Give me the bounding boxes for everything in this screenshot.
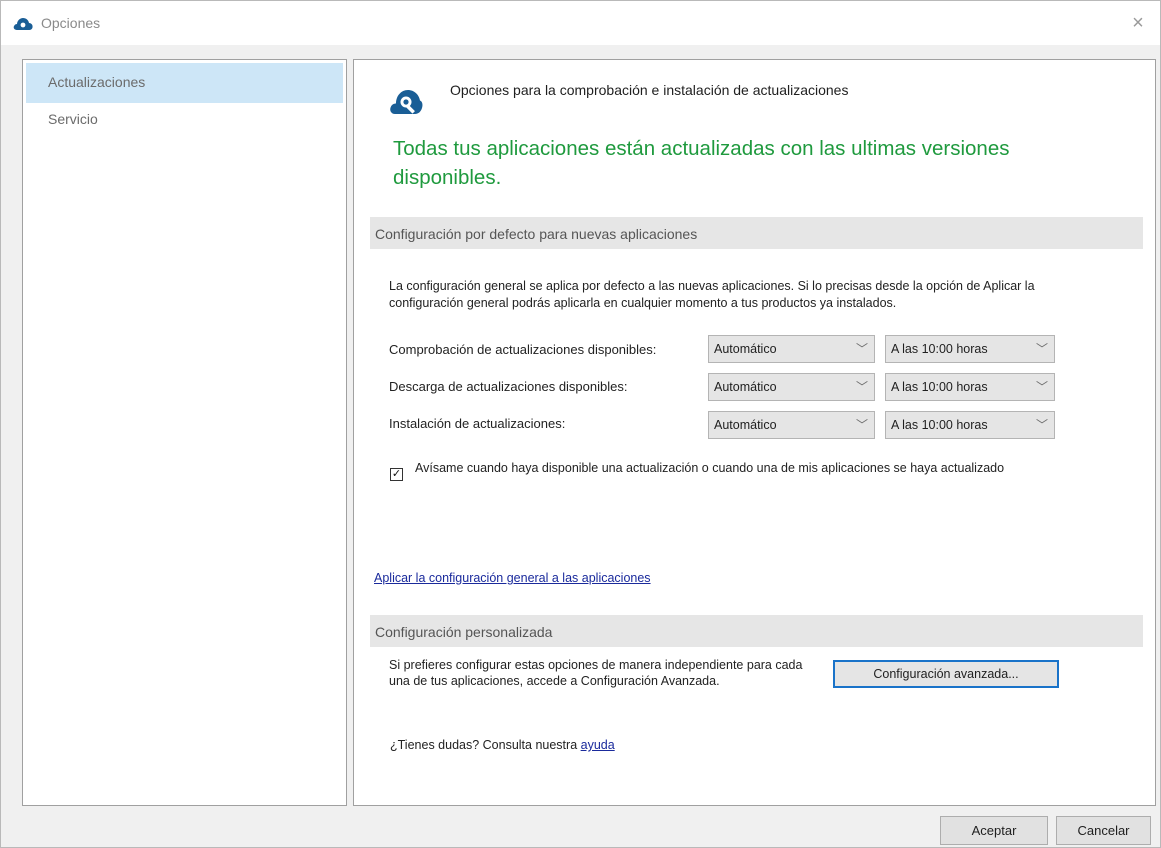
notify-checkbox[interactable]: ✓ bbox=[390, 468, 403, 481]
chevron-down-icon: ﹀ bbox=[1035, 380, 1048, 394]
row-label-download: Descarga de actualizaciones disponibles: bbox=[389, 379, 628, 394]
help-line: ¿Tienes dudas? Consulta nuestra ayuda bbox=[390, 738, 615, 752]
select-value: Automático bbox=[714, 380, 777, 394]
row-label-check: Comprobación de actualizaciones disponib… bbox=[389, 342, 657, 357]
section-header-custom: Configuración personalizada bbox=[370, 615, 1143, 647]
install-mode-select[interactable]: Automático ﹀ bbox=[708, 411, 875, 439]
install-time-select[interactable]: A las 10:00 horas ﹀ bbox=[885, 411, 1055, 439]
chevron-down-icon: ﹀ bbox=[855, 342, 868, 356]
status-message: Todas tus aplicaciones están actualizada… bbox=[393, 137, 1010, 189]
apply-general-config-link[interactable]: Aplicar la configuración general a las a… bbox=[374, 571, 651, 585]
sidebar: Actualizaciones Servicio bbox=[22, 59, 347, 806]
download-mode-select[interactable]: Automático ﹀ bbox=[708, 373, 875, 401]
chevron-down-icon: ﹀ bbox=[855, 418, 868, 432]
help-text: ¿Tienes dudas? Consulta nuestra bbox=[390, 738, 581, 752]
help-link[interactable]: ayuda bbox=[581, 738, 615, 752]
sidebar-item-actualizaciones[interactable]: Actualizaciones bbox=[26, 63, 343, 103]
custom-description: Si prefieres configurar estas opciones d… bbox=[389, 658, 803, 688]
title-bar: Opciones × bbox=[1, 1, 1160, 45]
sidebar-item-label: Servicio bbox=[48, 111, 98, 127]
close-icon[interactable]: × bbox=[1124, 9, 1152, 37]
cloud-wrench-icon bbox=[13, 18, 33, 30]
select-value: Automático bbox=[714, 342, 777, 356]
window-title: Opciones bbox=[41, 15, 101, 31]
header-title: Opciones para la comprobación e instalac… bbox=[450, 82, 849, 98]
select-value: A las 10:00 horas bbox=[891, 380, 988, 394]
cancel-button[interactable]: Cancelar bbox=[1056, 816, 1151, 845]
advanced-config-button[interactable]: Configuración avanzada... bbox=[833, 660, 1059, 688]
select-value: A las 10:00 horas bbox=[891, 418, 988, 432]
main-panel: Opciones para la comprobación e instalac… bbox=[353, 59, 1156, 806]
wrench-icon bbox=[390, 90, 423, 114]
download-time-select[interactable]: A las 10:00 horas ﹀ bbox=[885, 373, 1055, 401]
chevron-down-icon: ﹀ bbox=[1035, 418, 1048, 432]
select-value: A las 10:00 horas bbox=[891, 342, 988, 356]
check-time-select[interactable]: A las 10:00 horas ﹀ bbox=[885, 335, 1055, 363]
section-header-default: Configuración por defecto para nuevas ap… bbox=[370, 217, 1143, 249]
sidebar-item-label: Actualizaciones bbox=[48, 74, 146, 90]
default-description: La configuración general se aplica por d… bbox=[389, 279, 1035, 310]
row-label-install: Instalación de actualizaciones: bbox=[389, 416, 566, 431]
options-window: Opciones × Actualizaciones Servicio Opci… bbox=[0, 0, 1161, 848]
check-mode-select[interactable]: Automático ﹀ bbox=[708, 335, 875, 363]
sidebar-item-servicio[interactable]: Servicio bbox=[26, 103, 343, 143]
notify-checkbox-label: Avísame cuando haya disponible una actua… bbox=[415, 461, 1005, 475]
chevron-down-icon: ﹀ bbox=[855, 380, 868, 394]
accept-button[interactable]: Aceptar bbox=[940, 816, 1048, 845]
chevron-down-icon: ﹀ bbox=[1035, 342, 1048, 356]
select-value: Automático bbox=[714, 418, 777, 432]
